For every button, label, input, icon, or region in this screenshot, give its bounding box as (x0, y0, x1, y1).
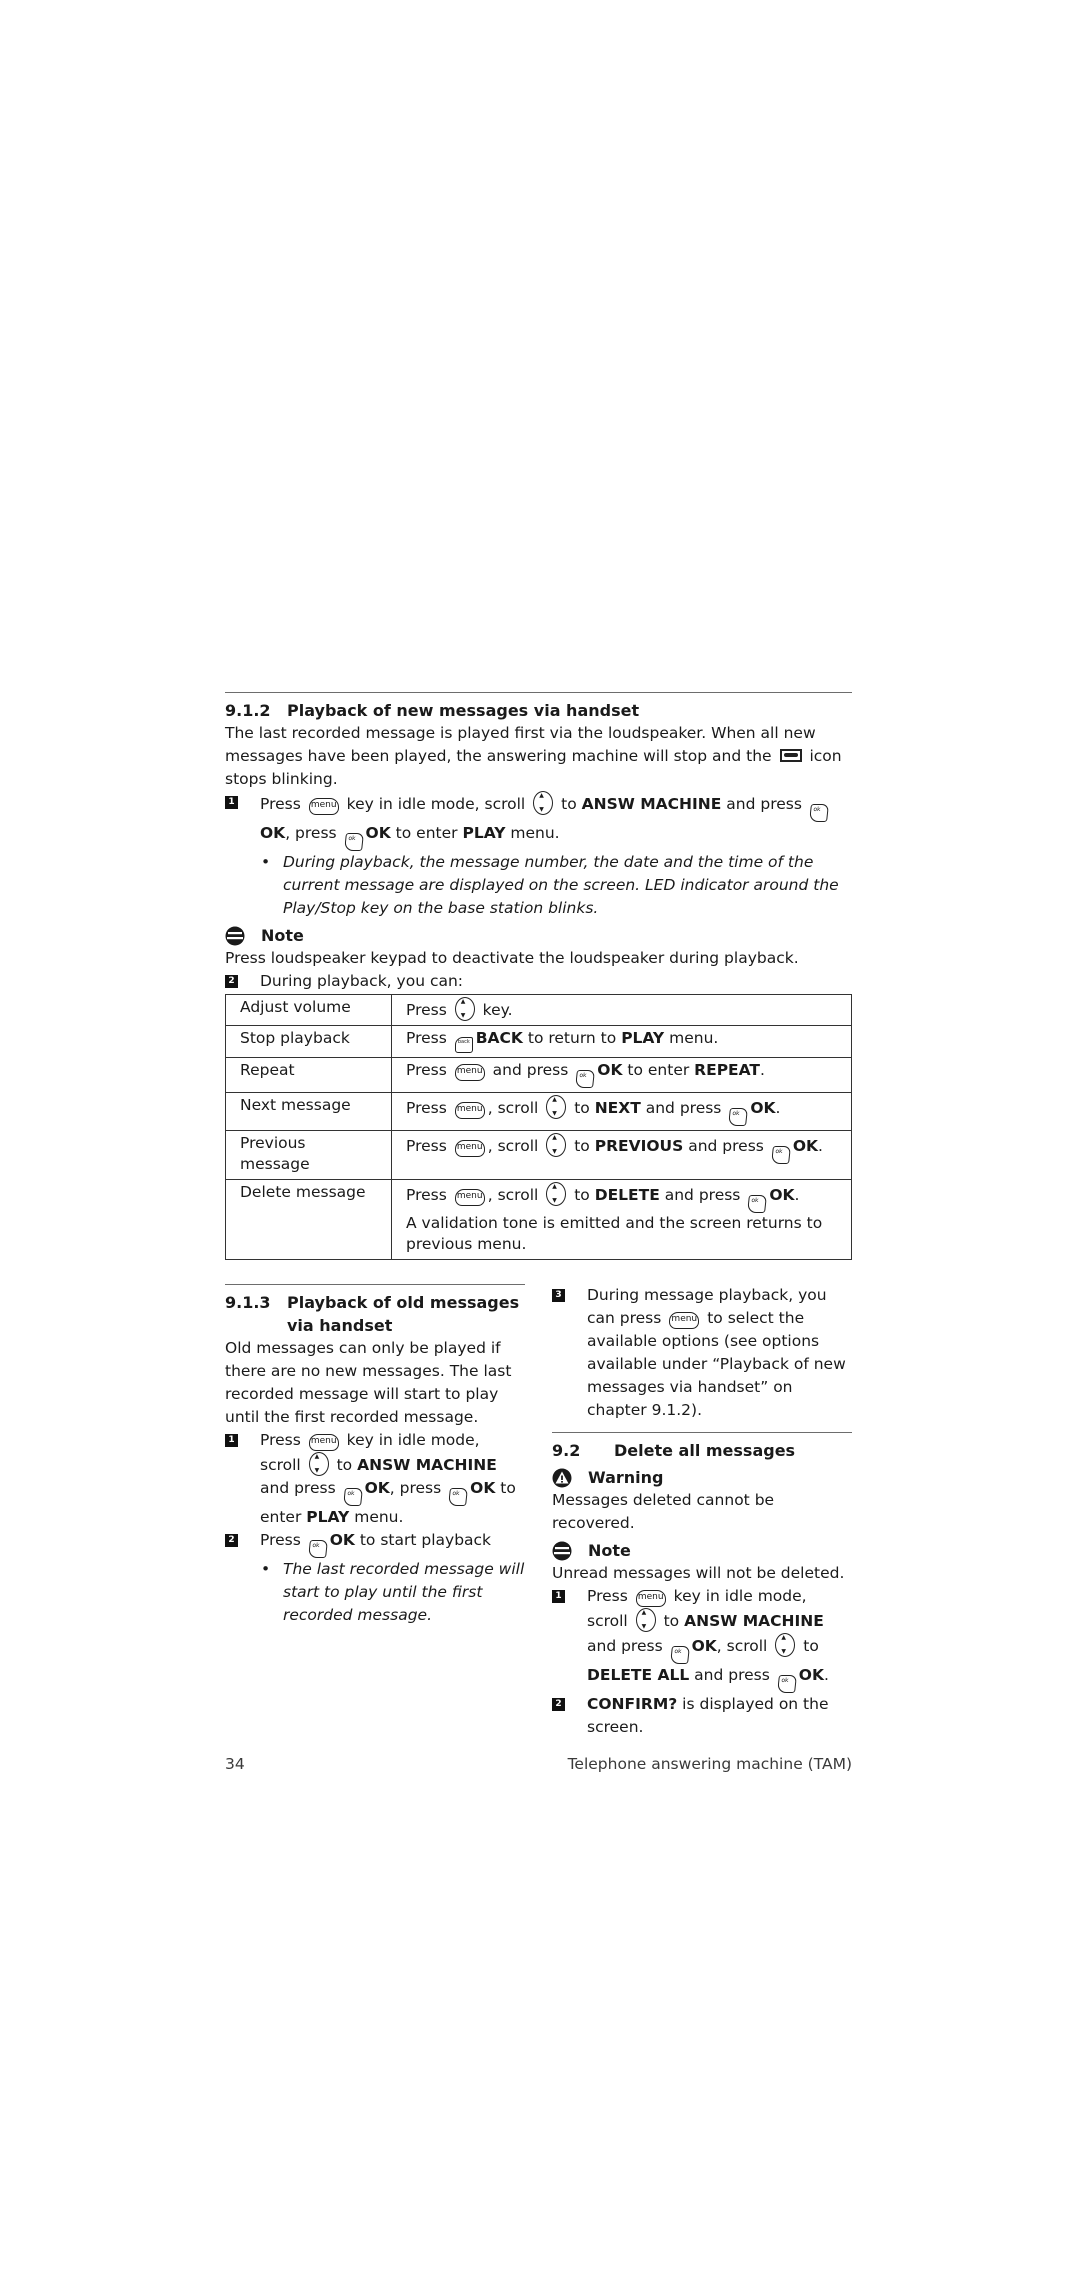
menu-key-icon: menu (454, 1140, 485, 1157)
menu-key-icon: menu (454, 1189, 485, 1206)
menu-key-icon: menu (308, 1434, 339, 1451)
note-text: Unread messages will not be deleted. (552, 1564, 845, 1582)
page-number: 34 (225, 1755, 245, 1773)
section-divider (225, 692, 852, 693)
ok-key-icon: ok (669, 1646, 690, 1664)
warning-text: Messages deleted cannot be recovered. (552, 1491, 775, 1532)
section-heading-9-2: 9.2 Delete all messages (552, 1441, 796, 1460)
scroll-key-icon (533, 791, 554, 815)
warning-callout: Warning (552, 1466, 852, 1489)
section-heading-9-1-3: 9.1.3 Playback of old messages via hands… (225, 1293, 520, 1335)
scroll-key-icon (775, 1633, 796, 1657)
scroll-key-icon (635, 1608, 656, 1632)
table-row: Adjust volume Press key. (225, 994, 852, 1026)
step-1: 1 Press menu key in idle mode, scroll to… (225, 791, 852, 851)
ok-key-icon: ok (747, 1195, 768, 1213)
table-row: Stop playback Press back BACK to return t… (225, 1025, 852, 1058)
ok-key-icon: ok (728, 1108, 749, 1126)
note-callout: Note (552, 1539, 852, 1562)
step-2: 2 CONFIRM? is displayed on the screen. (552, 1693, 852, 1739)
playback-options-table: Adjust volume Press key. Stop playback P… (225, 994, 852, 1260)
table-row: Next message Press menu, scroll to NEXT … (225, 1092, 852, 1131)
right-column: 3 During message playback, you can press… (552, 1284, 852, 1739)
step-1: 1 Press menu key in idle mode, scroll to… (552, 1585, 852, 1693)
bullet-note: • During playback, the message number, t… (261, 851, 852, 920)
note-text: Press loudspeaker keypad to deactivate t… (225, 949, 799, 967)
scroll-key-icon (546, 1182, 567, 1206)
section-heading-9-1-2: 9.1.2 Playback of new messages via hands… (225, 701, 640, 720)
ok-key-icon: ok (307, 1540, 328, 1558)
page-footer: 34 Telephone answering machine (TAM) (225, 1753, 852, 1776)
menu-key-icon: menu (669, 1312, 700, 1329)
note-callout: Note (225, 924, 852, 947)
scroll-key-icon (546, 1095, 567, 1119)
bullet-note: • The last recorded message will start t… (261, 1558, 525, 1627)
scroll-key-icon (546, 1133, 567, 1157)
section-divider (225, 1284, 525, 1285)
menu-key-icon: menu (454, 1102, 485, 1119)
step-3: 3 During message playback, you can press… (552, 1284, 852, 1422)
table-row: Previous message Press menu, scroll to P… (225, 1130, 852, 1180)
ok-key-icon: ok (808, 804, 829, 822)
manual-page: 9.1.2 Playback of new messages via hands… (225, 692, 852, 1776)
ok-key-icon: ok (770, 1146, 791, 1164)
two-column-section: 9.1.3 Playback of old messages via hands… (225, 1284, 852, 1739)
scroll-key-icon (454, 997, 475, 1021)
left-column: 9.1.3 Playback of old messages via hands… (225, 1284, 525, 1739)
menu-key-icon: menu (635, 1590, 666, 1607)
ok-key-icon: ok (575, 1070, 596, 1088)
intro-paragraph: Old messages can only be played if there… (225, 1339, 512, 1426)
step-2: 2 Press ok OK to start playback (225, 1529, 525, 1558)
ok-key-icon: ok (342, 1488, 363, 1506)
note-icon (225, 926, 245, 946)
ok-key-icon: ok (343, 833, 364, 851)
section-divider (552, 1432, 852, 1433)
ok-key-icon: ok (776, 1675, 797, 1693)
chapter-title: Telephone answering machine (TAM) (567, 1755, 852, 1773)
bullet-icon: • (261, 853, 271, 871)
warning-icon (552, 1468, 572, 1488)
step-2: 2 During playback, you can: (225, 970, 852, 993)
menu-key-icon: menu (454, 1064, 485, 1081)
intro-paragraph: The last recorded message is played firs… (225, 724, 842, 788)
back-key-icon: back (454, 1037, 473, 1053)
note-icon (552, 1541, 572, 1561)
bullet-icon: • (261, 1560, 271, 1578)
menu-key-icon: menu (308, 798, 339, 815)
answering-machine-icon (779, 749, 802, 762)
step-1: 1 Press menu key in idle mode, scroll to… (225, 1429, 525, 1529)
ok-key-icon: ok (448, 1488, 469, 1506)
scroll-key-icon (308, 1452, 329, 1476)
table-row: Delete message Press menu, scroll to DEL… (225, 1179, 852, 1260)
table-row: Repeat Press menu and press ok OK to ente… (225, 1057, 852, 1093)
